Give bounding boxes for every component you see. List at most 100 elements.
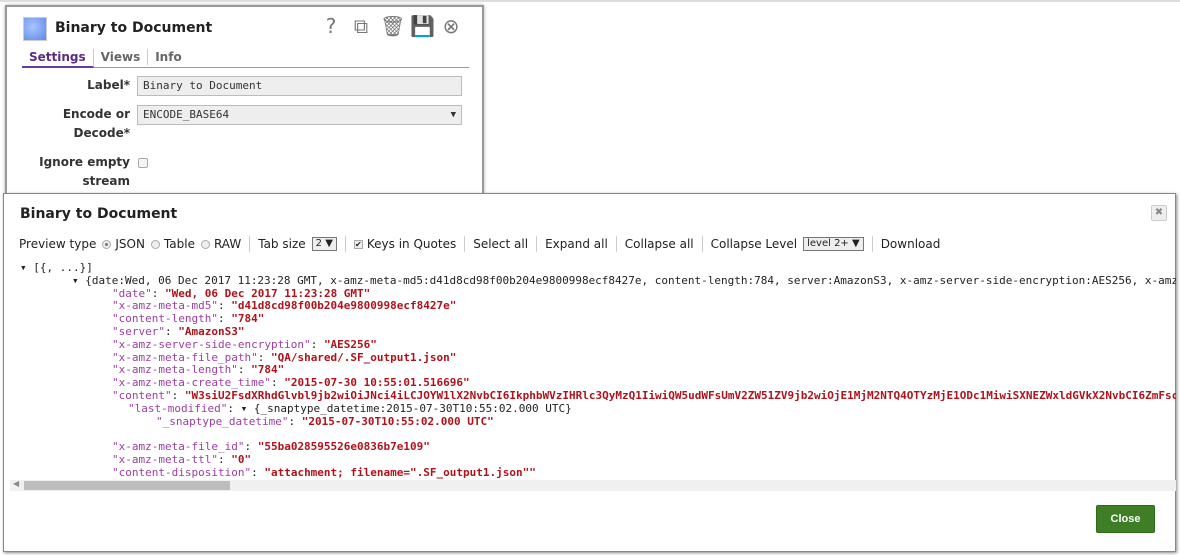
- save-icon[interactable]: 💾: [410, 14, 435, 38]
- json-entry: "content-disposition": "attachment; file…: [112, 466, 536, 479]
- colon: :: [257, 350, 271, 364]
- json-entry: "content": "W3siU2FsdXRhdGlvbl9jb2wiOiJN…: [112, 389, 1176, 402]
- colon: :: [171, 389, 185, 402]
- json-key: "content": [112, 389, 172, 402]
- json-key: "x-amz-server-side-encryption": [112, 337, 311, 351]
- json-entry: "_snaptype_datetime": "2015-07-30T10:55:…: [156, 415, 494, 428]
- download-button[interactable]: Download: [881, 237, 941, 251]
- select-all-button[interactable]: Select all: [473, 237, 528, 251]
- close-circle-icon[interactable]: ⊗: [440, 14, 462, 38]
- json-entry: "x-amz-meta-md5": "d41d8cd98f00b204e9800…: [112, 299, 456, 312]
- close-button[interactable]: Close: [1096, 505, 1155, 533]
- horizontal-scrollbar[interactable]: ◀: [10, 479, 1176, 491]
- json-value: "2015-07-30 10:55:01.516696": [284, 376, 470, 390]
- radio-raw[interactable]: [200, 239, 210, 249]
- radio-table[interactable]: [150, 239, 160, 249]
- json-key: "x-amz-meta-md5": [112, 299, 218, 313]
- collapse-level-label: Collapse Level: [710, 237, 798, 251]
- encode-select[interactable]: ENCODE_BASE64 ▼: [137, 105, 462, 125]
- json-entry: "content-length": "784": [112, 312, 264, 325]
- colon: :: [217, 299, 232, 313]
- json-value: "0": [231, 453, 252, 466]
- scrollbar-thumb[interactable]: [24, 481, 230, 490]
- tab-bar: Settings Views Info: [22, 49, 469, 68]
- json-key: "x-amz-meta-create_time": [112, 376, 271, 390]
- ignore-empty-checkbox[interactable]: [138, 158, 148, 168]
- json-key: "content-disposition": [112, 465, 252, 479]
- close-icon[interactable]: ✖: [1151, 205, 1167, 221]
- colon: :: [217, 453, 232, 466]
- json-entry: "x-amz-meta-file_id": "55ba028595526e083…: [112, 440, 430, 453]
- colon: :: [151, 286, 165, 300]
- preview-type-label: Preview type: [19, 237, 97, 251]
- json-label[interactable]: JSON: [115, 237, 145, 251]
- dialog-title: Binary to Document: [20, 206, 178, 222]
- expand-triangle-icon[interactable]: ▾: [20, 261, 33, 274]
- keys-in-quotes-checkbox[interactable]: ✔: [353, 239, 363, 249]
- json-key: "_snaptype_datetime": [156, 414, 289, 428]
- json-value: "55ba028595526e0836b7e109": [257, 440, 430, 454]
- json-key: "server": [112, 325, 165, 338]
- collapse-all-button[interactable]: Collapse all: [625, 237, 694, 251]
- divider: [615, 236, 617, 252]
- tab-settings[interactable]: Settings: [22, 49, 94, 68]
- json-value: "AmazonS3": [178, 325, 245, 338]
- json-entry: "x-amz-meta-create_time": "2015-07-30 10…: [112, 376, 470, 389]
- json-entry: "x-amz-server-side-encryption": "AES256": [112, 338, 377, 351]
- preview-toolbar: Preview type JSON Table RAW Tab size 2 ▼…: [19, 236, 940, 252]
- colon: :: [237, 363, 252, 377]
- divider: [701, 236, 703, 252]
- json-object-line[interactable]: ▾ {date:Wed, 06 Dec 2017 11:23:28 GMT, x…: [72, 274, 1176, 287]
- tab-size-value: 2: [315, 238, 323, 249]
- tab-size-label: Tab size: [258, 237, 306, 251]
- expand-all-button[interactable]: Expand all: [545, 237, 608, 251]
- raw-label[interactable]: RAW: [214, 237, 241, 251]
- json-entry: "x-amz-meta-file_path": "QA/shared/.SF_o…: [112, 351, 456, 364]
- tab-size-select[interactable]: 2 ▼: [311, 237, 337, 251]
- json-entry: "last-modified": ▾ {_snaptype_datetime:2…: [128, 402, 572, 415]
- json-viewer[interactable]: ▾ [{, ...}] ▾ {date:Wed, 06 Dec 2017 11:…: [10, 260, 1176, 480]
- snap-icon: [23, 17, 47, 41]
- ignore-label-line1: Ignore empty: [39, 155, 130, 169]
- tab-views[interactable]: Views: [94, 49, 149, 65]
- table-label[interactable]: Table: [164, 237, 195, 251]
- panel-title: Binary to Document: [55, 20, 213, 36]
- label-input[interactable]: Binary to Document: [137, 76, 462, 96]
- expand-triangle-icon[interactable]: ▾: [72, 274, 85, 287]
- colon: :: [270, 376, 285, 390]
- encode-label-line1: Encode or: [62, 107, 130, 121]
- tab-info[interactable]: Info: [148, 49, 188, 65]
- radio-json[interactable]: [102, 239, 112, 249]
- encode-field-label: Encode or Decode*: [63, 105, 130, 143]
- expand-triangle-icon[interactable]: ▾: [241, 402, 254, 415]
- preview-dialog: Binary to Document ✖ Preview type JSON T…: [3, 193, 1176, 552]
- trash-icon[interactable]: 🗑: [380, 14, 405, 38]
- dropdown-arrow-icon: ▼: [450, 110, 456, 120]
- help-icon[interactable]: ?: [320, 14, 342, 38]
- root-summary: [{, ...}]: [33, 261, 93, 274]
- json-root-line[interactable]: ▾ [{, ...}]: [20, 261, 93, 274]
- divider: [464, 236, 466, 252]
- top-border: [0, 0, 1180, 2]
- json-entry: "date": "Wed, 06 Dec 2017 11:23:28 GMT": [112, 287, 370, 300]
- divider: [871, 236, 873, 252]
- scroll-left-icon[interactable]: ◀: [13, 479, 19, 488]
- divider: [536, 236, 538, 252]
- encode-label-line2: Decode*: [73, 126, 130, 140]
- encode-value: ENCODE_BASE64: [143, 108, 230, 121]
- colon: :: [310, 337, 324, 351]
- json-entry: "x-amz-meta-length": "784": [112, 363, 284, 376]
- json-value: "attachment; filename=".SF_output1.json"…: [264, 465, 536, 479]
- keys-in-quotes-label[interactable]: Keys in Quotes: [367, 237, 456, 251]
- collapse-level-select[interactable]: level 2+ ▼: [803, 237, 864, 251]
- json-value: "Wed, 06 Dec 2017 11:23:28 GMT": [165, 286, 371, 300]
- label-field-label: Label*: [87, 78, 130, 92]
- json-value: "d41d8cd98f00b204e9800998ecf8427e": [231, 299, 457, 313]
- object-summary: {_snaptype_datetime:2015-07-30T10:55:02.…: [253, 401, 572, 415]
- colon: :: [227, 401, 241, 415]
- json-value: "2015-07-30T10:55:02.000 UTC": [301, 414, 494, 428]
- json-value: "784": [231, 312, 265, 326]
- json-value: "AES256": [323, 337, 377, 351]
- export-icon[interactable]: ⧉: [350, 14, 372, 38]
- colon: :: [251, 465, 265, 479]
